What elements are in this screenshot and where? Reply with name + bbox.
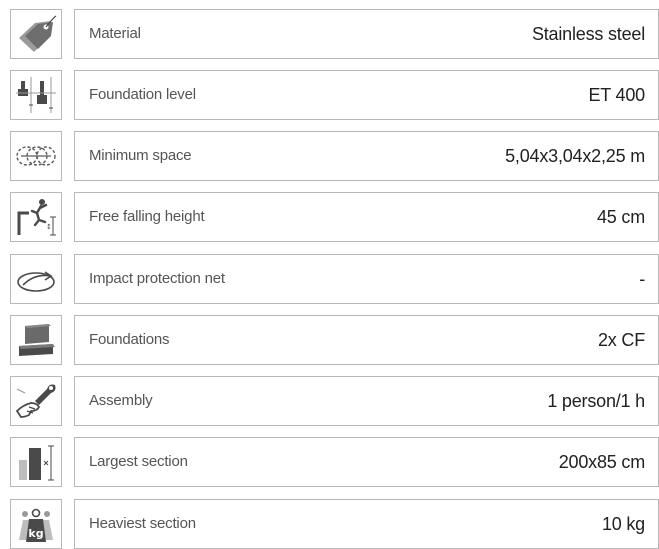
spec-row-impact-protection-net: Impact protection net - [10,254,659,304]
spec-value-box: Heaviest section 10 kg [74,499,659,549]
spec-value-box: Material Stainless steel [74,9,659,59]
kg-weight-icon-label: kg [28,527,43,540]
wrench-hand-icon [10,376,62,426]
spec-value: 200x85 cm [558,452,645,472]
spec-row-heaviest-section: kg Heaviest section 10 kg [10,499,659,549]
spec-value-box: Impact protection net - [74,254,659,304]
price-tag-icon [10,9,62,59]
spec-value-box: Foundation level ET 400 [74,70,659,120]
spec-row-minimum-space: Minimum space 5,04x3,04x2,25 m [10,131,659,181]
spec-value: 1 person/1 h [547,391,645,411]
spec-value: 2x CF [597,330,645,350]
spec-label: Foundation level [89,86,196,103]
falling-person-icon: ↕ [10,192,62,242]
section-size-icon [10,437,62,487]
spec-label: Free falling height [89,208,205,225]
spec-label: Material [89,25,141,42]
spec-label: Heaviest section [89,515,196,532]
spec-value: Stainless steel [531,24,645,44]
spec-value-box: Assembly 1 person/1 h [74,376,659,426]
spec-value: ET 400 [588,85,645,105]
spec-row-free-falling-height: ↕ Free falling height 45 cm [10,192,659,242]
minimum-space-icon [10,131,62,181]
spec-value-box: Largest section 200x85 cm [74,437,659,487]
kg-weight-icon: kg [10,499,62,549]
spec-row-material: Material Stainless steel [10,9,659,59]
spec-value: 45 cm [596,207,645,227]
spec-row-foundation-level: Foundation level ET 400 [10,70,659,120]
spec-value-box: Free falling height 45 cm [74,192,659,242]
spec-label: Minimum space [89,147,192,164]
spec-label: Foundations [89,331,170,348]
spec-value: 10 kg [601,514,645,534]
spec-value: 5,04x3,04x2,25 m [505,146,645,166]
spec-value: - [639,269,645,289]
foundation-level-icon [10,70,62,120]
impact-net-icon [10,254,62,304]
spec-label: Assembly [89,392,153,409]
spec-label: Largest section [89,453,188,470]
spec-value-box: Foundations 2x CF [74,315,659,365]
spec-row-foundations: Foundations 2x CF [10,315,659,365]
svg-text:↕: ↕ [46,223,52,231]
spec-label: Impact protection net [89,270,225,287]
spec-row-assembly: Assembly 1 person/1 h [10,376,659,426]
concrete-foundation-icon [10,315,62,365]
spec-value-box: Minimum space 5,04x3,04x2,25 m [74,131,659,181]
spec-row-largest-section: Largest section 200x85 cm [10,437,659,487]
